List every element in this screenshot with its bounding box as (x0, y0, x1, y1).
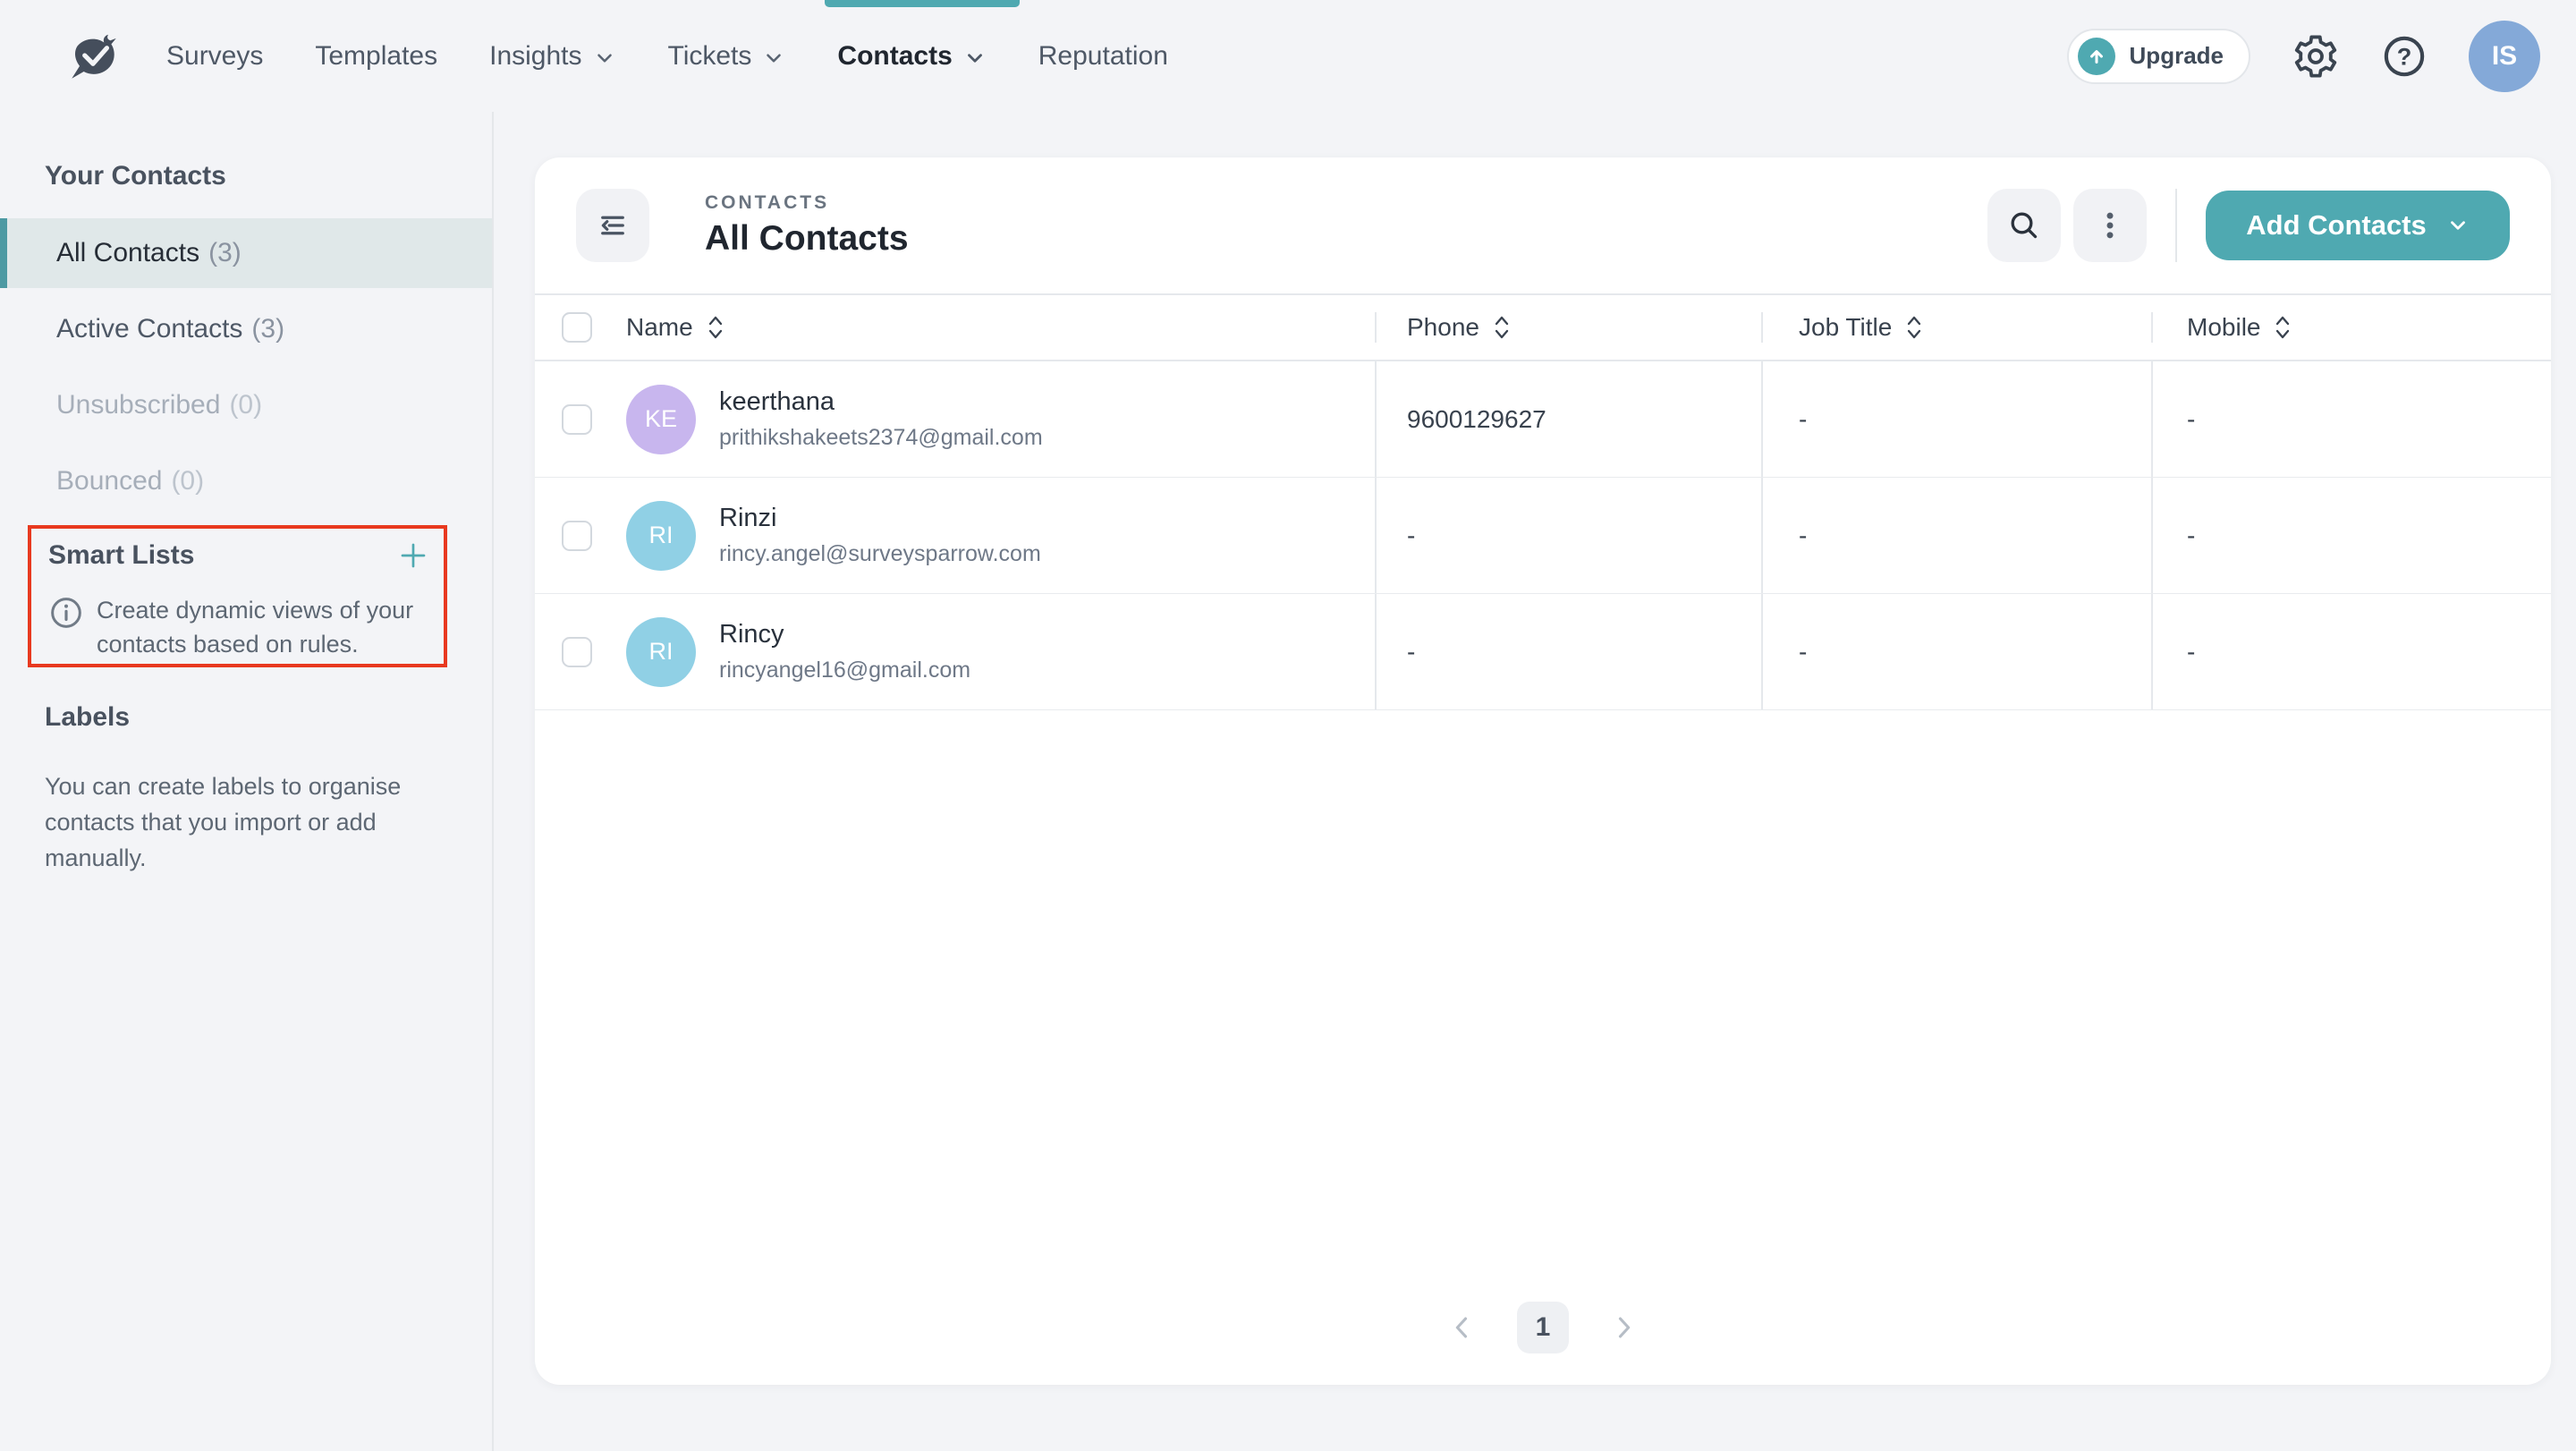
collapse-sidebar-button[interactable] (576, 189, 649, 262)
chevron-down-icon (963, 47, 987, 70)
contact-name: Rincy (719, 620, 970, 649)
contact-email: rincyangel16@gmail.com (719, 658, 970, 683)
table-row[interactable]: RI Rincy rincyangel16@gmail.com - - - (535, 594, 2551, 710)
item-count: (0) (171, 466, 204, 496)
sort-icon (1904, 312, 1924, 343)
nav-surveys[interactable]: Surveys (166, 41, 263, 72)
table-row[interactable]: RI Rinzi rincy.angel@surveysparrow.com -… (535, 478, 2551, 594)
contact-mobile: - (2187, 522, 2195, 550)
pagination: 1 (535, 1302, 2551, 1353)
nav-templates[interactable]: Templates (315, 41, 437, 72)
contact-name: Rinzi (719, 504, 1041, 533)
contact-mobile: - (2187, 405, 2195, 434)
sidebar-divider (492, 112, 494, 1451)
header-divider (2175, 189, 2177, 262)
nav-tickets[interactable]: Tickets (668, 41, 786, 72)
sidebar-item-bounced[interactable]: Bounced (0) (0, 446, 492, 516)
title-block: CONTACTS All Contacts (705, 192, 909, 259)
sort-icon (2273, 312, 2292, 343)
collapse-list-icon (595, 208, 631, 243)
card-header-actions: Add Contacts (1987, 189, 2510, 262)
sort-icon (706, 312, 725, 343)
sort-icon (1492, 312, 1512, 343)
contact-phone: - (1407, 638, 1415, 666)
smart-lists-heading: Smart Lists (48, 540, 194, 571)
contact-email: prithikshakeets2374@gmail.com (719, 425, 1043, 451)
kebab-menu-icon (2092, 208, 2128, 243)
column-header-mobile[interactable]: Mobile (2187, 312, 2292, 343)
chevron-down-icon (762, 47, 785, 70)
contacts-card: CONTACTS All Contacts Add Contacts (535, 157, 2551, 1385)
svg-text:?: ? (2397, 42, 2412, 70)
item-count: (3) (208, 238, 242, 268)
table-header: Name Phone Job Title Mobile (535, 293, 2551, 361)
labels-section: Labels You can create labels to organise… (45, 702, 443, 876)
sidebar-item-active-contacts[interactable]: Active Contacts (3) (0, 294, 492, 364)
card-header: CONTACTS All Contacts Add Contacts (535, 157, 2551, 293)
contact-job-title: - (1799, 522, 1807, 550)
column-header-name[interactable]: Name (626, 312, 725, 343)
search-button[interactable] (1987, 189, 2061, 262)
previous-page-icon[interactable] (1447, 1312, 1478, 1343)
top-navigation: Surveys Templates Insights Tickets Conta… (0, 0, 2576, 112)
contact-job-title: - (1799, 405, 1807, 434)
smart-lists-annotation-highlight: Smart Lists Create dynamic views of your… (28, 525, 447, 667)
add-smart-list-icon[interactable] (397, 539, 429, 572)
contact-name: keerthana (719, 387, 1043, 417)
contact-mobile: - (2187, 638, 2195, 666)
search-icon (2006, 208, 2042, 243)
sidebar-item-all-contacts[interactable]: All Contacts (3) (0, 218, 492, 288)
chevron-down-icon (2446, 214, 2470, 237)
breadcrumb: CONTACTS (705, 192, 909, 214)
sidebar-heading: Your Contacts (45, 161, 492, 191)
row-checkbox[interactable] (562, 404, 592, 435)
active-tab-indicator (825, 0, 1020, 7)
contact-email: rincy.angel@surveysparrow.com (719, 541, 1041, 567)
surveysparrow-logo[interactable] (64, 27, 123, 86)
column-header-job-title[interactable]: Job Title (1799, 312, 1924, 343)
item-count: (0) (229, 390, 262, 420)
column-header-phone[interactable]: Phone (1407, 312, 1512, 343)
sidebar-item-unsubscribed[interactable]: Unsubscribed (0) (0, 370, 492, 440)
page-number[interactable]: 1 (1517, 1302, 1569, 1353)
contact-avatar: KE (626, 385, 696, 454)
upgrade-button[interactable]: Upgrade (2067, 29, 2250, 84)
chevron-down-icon (593, 47, 616, 70)
settings-gear-icon[interactable] (2292, 32, 2340, 81)
item-count: (3) (251, 314, 284, 344)
contact-job-title: - (1799, 638, 1807, 666)
row-checkbox[interactable] (562, 637, 592, 667)
nav-insights[interactable]: Insights (489, 41, 615, 72)
select-all-checkbox[interactable] (562, 312, 592, 343)
help-icon[interactable]: ? (2381, 33, 2428, 80)
user-avatar[interactable]: IS (2469, 21, 2540, 92)
nav-contacts[interactable]: Contacts (837, 41, 986, 72)
more-options-button[interactable] (2073, 189, 2147, 262)
table-row[interactable]: KE keerthana prithikshakeets2374@gmail.c… (535, 361, 2551, 478)
upgrade-arrow-icon (2078, 38, 2115, 75)
next-page-icon[interactable] (1608, 1312, 1639, 1343)
nav-reputation[interactable]: Reputation (1038, 41, 1168, 72)
contact-avatar: RI (626, 501, 696, 571)
contact-phone: 9600129627 (1407, 405, 1546, 434)
contact-phone: - (1407, 522, 1415, 550)
smart-lists-info-text: Create dynamic views of your contacts ba… (97, 593, 429, 661)
page-title: All Contacts (705, 219, 909, 259)
info-icon (48, 595, 84, 631)
nav-right-controls: Upgrade ? IS (2067, 21, 2576, 92)
nav-items: Surveys Templates Insights Tickets Conta… (166, 41, 1168, 72)
labels-description: You can create labels to organise contac… (45, 768, 443, 876)
row-checkbox[interactable] (562, 521, 592, 551)
add-contacts-button[interactable]: Add Contacts (2206, 191, 2510, 260)
contact-avatar: RI (626, 617, 696, 687)
contacts-sidebar: Your Contacts All Contacts (3) Active Co… (0, 112, 492, 1451)
labels-heading: Labels (45, 702, 443, 733)
